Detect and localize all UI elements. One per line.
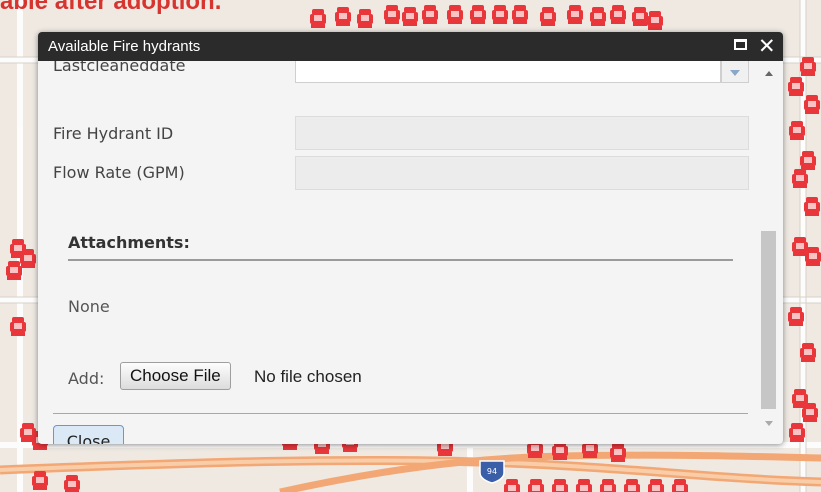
popup-title: Available Fire hydrants	[48, 38, 201, 55]
attachments-none-text: None	[68, 297, 110, 316]
scrollbar[interactable]	[760, 61, 778, 444]
field-label-flow-rate: Flow Rate (GPM)	[53, 163, 185, 182]
date-dropdown-button[interactable]	[721, 61, 749, 83]
add-label: Add:	[68, 369, 105, 388]
caption-text: able after adoption.	[0, 0, 222, 15]
choose-file-button[interactable]: Choose File	[120, 362, 231, 390]
attribute-popup: Available Fire hydrants ✕ Lastcleaneddat…	[38, 32, 783, 444]
footer-divider	[53, 413, 748, 414]
scrollbar-thumb[interactable]	[761, 231, 776, 409]
scroll-down-arrow[interactable]	[765, 421, 773, 426]
field-label-lastcleaneddate: Lastcleaneddate	[53, 61, 186, 75]
dropdown-arrow	[730, 70, 740, 76]
close-icon[interactable]: ✕	[758, 33, 776, 59]
no-file-chosen-text: No file chosen	[254, 367, 362, 386]
road-shield-label: 94	[487, 467, 497, 476]
popup-titlebar[interactable]: Available Fire hydrants ✕	[38, 32, 783, 61]
close-button[interactable]: Close	[53, 425, 124, 444]
flow-rate-input[interactable]	[295, 156, 749, 190]
attachments-heading: Attachments:	[68, 233, 190, 252]
field-label-hydrant-id: Fire Hydrant ID	[53, 124, 174, 143]
maximize-icon[interactable]	[734, 39, 747, 50]
hydrant-id-input[interactable]	[295, 116, 749, 150]
attachments-divider	[68, 259, 733, 261]
scroll-up-arrow[interactable]	[765, 71, 773, 76]
popup-content: Lastcleaneddate Fire Hydrant ID Flow Rat…	[38, 61, 760, 444]
lastcleaneddate-input[interactable]	[295, 61, 721, 83]
